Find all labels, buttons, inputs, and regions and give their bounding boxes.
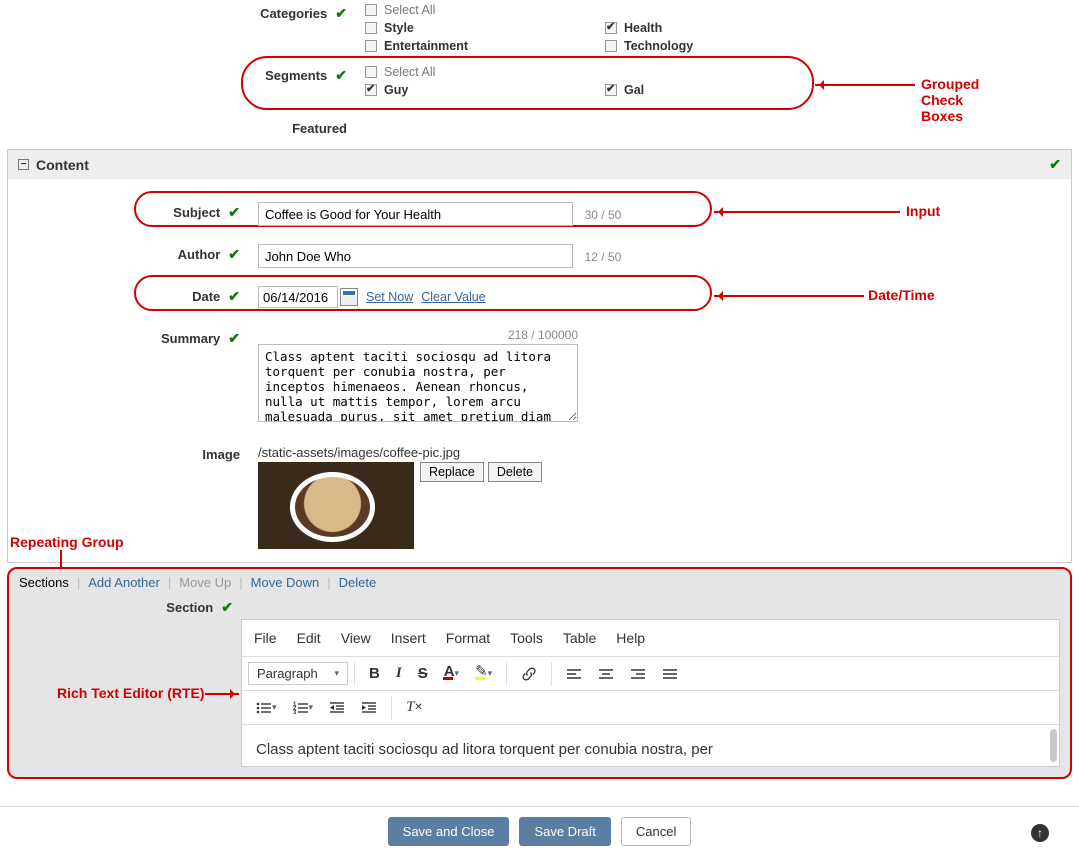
summary-counter: 218 / 100000 (258, 328, 578, 342)
menu-table[interactable]: Table (563, 630, 596, 646)
content-panel: − Content ✔ Input Subject ✔ 30 / 50 (7, 149, 1072, 563)
align-justify-button[interactable] (654, 664, 686, 684)
outdent-button[interactable] (321, 697, 353, 719)
cb-gal[interactable]: Gal (605, 83, 805, 97)
svg-text:3: 3 (293, 710, 297, 715)
author-input[interactable] (258, 244, 573, 268)
cb-select-all[interactable]: Select All (365, 3, 605, 17)
cancel-button[interactable]: Cancel (621, 817, 691, 846)
anno-repeating: Repeating Group (10, 534, 124, 550)
date-input[interactable] (258, 286, 338, 308)
featured-row: Featured (115, 116, 964, 139)
cb-health[interactable]: Health (605, 21, 805, 35)
section-label: Section (166, 600, 213, 615)
indent-button[interactable] (353, 697, 385, 719)
menu-tools[interactable]: Tools (510, 630, 543, 646)
cb-style[interactable]: Style (365, 21, 605, 35)
bold-button[interactable]: B (361, 661, 388, 686)
menu-file[interactable]: File (254, 630, 277, 646)
content-title: Content (36, 157, 89, 173)
italic-button[interactable]: I (388, 661, 410, 686)
paragraph-select[interactable]: Paragraph▾ (248, 662, 348, 685)
cb-guy[interactable]: Guy (365, 83, 605, 97)
highlight-button[interactable]: ✎ ▾ (467, 663, 500, 685)
info-icon[interactable]: ↑ (1031, 824, 1049, 842)
align-left-button[interactable] (558, 664, 590, 684)
align-right-button[interactable] (622, 664, 654, 684)
categories-row: Categories ✔ Select All Style Health Ent… (115, 0, 964, 56)
categories-label: Categories (260, 6, 327, 21)
check-icon: ✔ (228, 246, 240, 263)
image-row: Image /static-assets/images/coffee-pic.j… (116, 442, 963, 552)
footer: Save and Close Save Draft Cancel (0, 806, 1079, 856)
clear-format-button[interactable]: T✕ (398, 695, 431, 720)
summary-textarea[interactable] (258, 344, 578, 422)
sections-label: Sections (19, 575, 69, 590)
clear-value-link[interactable]: Clear Value (421, 290, 485, 304)
menu-view[interactable]: View (341, 630, 371, 646)
delete-section-link[interactable]: Delete (339, 575, 377, 590)
rte-menubar: File Edit View Insert Format Tools Table… (242, 620, 1059, 657)
image-label: Image (202, 447, 240, 462)
menu-format[interactable]: Format (446, 630, 490, 646)
rte-body[interactable]: Class aptent taciti sociosqu ad litora t… (242, 725, 1059, 766)
save-draft-button[interactable]: Save Draft (519, 817, 610, 846)
number-list-button[interactable]: 123 ▾ (285, 697, 322, 719)
cb-technology[interactable]: Technology (605, 39, 805, 53)
replace-button[interactable]: Replace (420, 462, 484, 482)
check-icon: ✔ (1049, 156, 1061, 173)
sections-group: Sections | Add Another | Move Up | Move … (7, 567, 1072, 779)
cb-entertainment[interactable]: Entertainment (365, 39, 605, 53)
check-icon: ✔ (228, 330, 240, 347)
author-row: Author ✔ 12 / 50 (116, 241, 963, 271)
add-another-link[interactable]: Add Another (88, 575, 160, 590)
subject-input[interactable] (258, 202, 573, 226)
delete-button[interactable]: Delete (488, 462, 542, 482)
scrollbar[interactable] (1050, 729, 1057, 762)
bullet-list-button[interactable]: ▾ (248, 697, 285, 719)
move-up-link[interactable]: Move Up (179, 575, 231, 590)
summary-label: Summary (161, 331, 220, 346)
anno-rte: Rich Text Editor (RTE) (57, 685, 205, 701)
menu-edit[interactable]: Edit (297, 630, 321, 646)
subject-counter: 30 / 50 (585, 208, 622, 222)
author-label: Author (178, 247, 221, 262)
author-counter: 12 / 50 (585, 250, 622, 264)
save-close-button[interactable]: Save and Close (388, 817, 510, 846)
featured-label: Featured (292, 121, 347, 136)
text-color-button[interactable]: A ▾ (436, 663, 467, 685)
check-icon: ✔ (221, 599, 233, 616)
image-thumbnail (258, 462, 414, 549)
menu-help[interactable]: Help (616, 630, 645, 646)
image-path: /static-assets/images/coffee-pic.jpg (258, 445, 963, 460)
cb-seg-select-all[interactable]: Select All (365, 65, 605, 79)
calendar-icon[interactable] (340, 288, 358, 306)
rich-text-editor: File Edit View Insert Format Tools Table… (241, 619, 1060, 767)
collapse-icon[interactable]: − (18, 159, 29, 170)
move-down-link[interactable]: Move Down (251, 575, 320, 590)
set-now-link[interactable]: Set Now (366, 290, 413, 304)
align-center-button[interactable] (590, 664, 622, 684)
menu-insert[interactable]: Insert (391, 630, 426, 646)
check-icon: ✔ (335, 5, 347, 22)
summary-row: Summary ✔ 218 / 100000 (116, 325, 963, 428)
content-panel-header[interactable]: − Content ✔ (8, 150, 1071, 179)
strike-button[interactable]: S (410, 661, 436, 686)
link-button[interactable] (513, 662, 545, 686)
